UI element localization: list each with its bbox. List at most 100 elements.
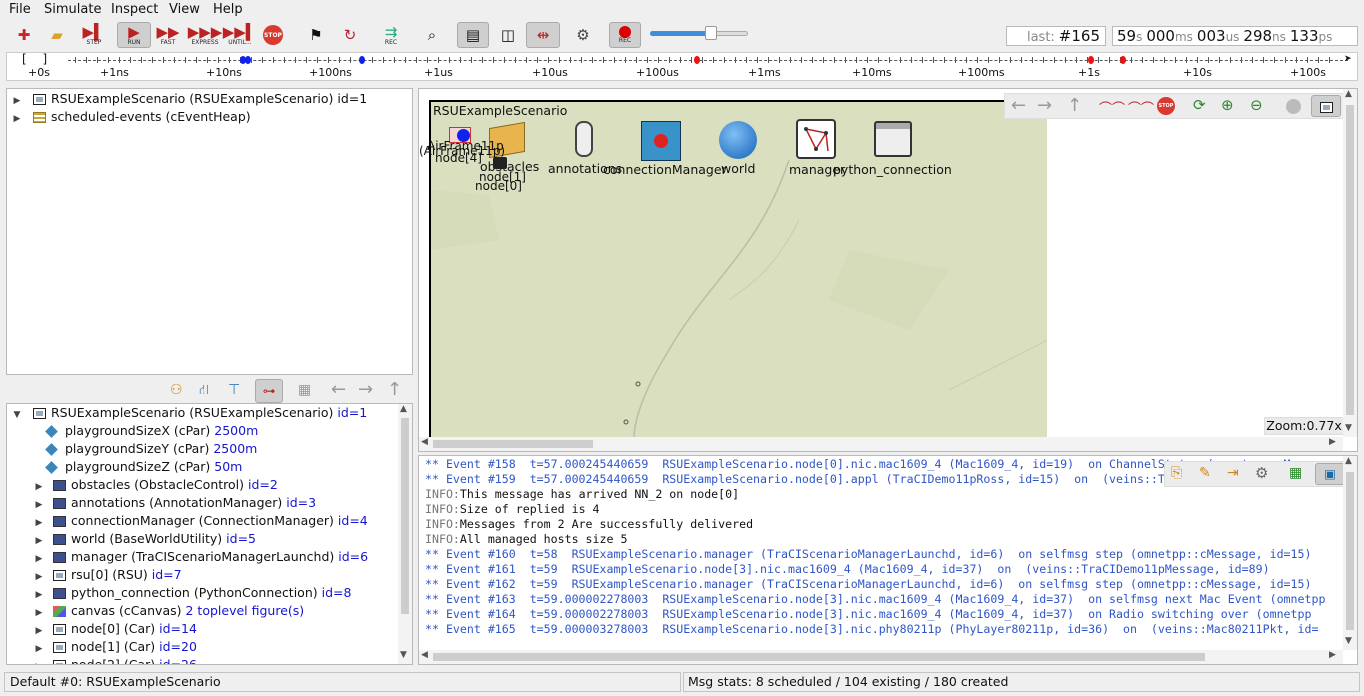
- speed-slider[interactable]: [650, 26, 748, 42]
- stop-icon[interactable]: STOP: [1157, 97, 1175, 115]
- manager-module[interactable]: [796, 119, 836, 159]
- menu-help[interactable]: Help: [213, 2, 243, 17]
- forward-arrow-icon[interactable]: →: [358, 379, 373, 400]
- new-network-button[interactable]: ✚: [10, 22, 38, 48]
- find-icon[interactable]: ✎: [1199, 465, 1211, 481]
- zoom-in-icon[interactable]: ⊕: [1221, 96, 1234, 114]
- details-tree-row[interactable]: ▶ node[2] (Car) id=26: [11, 656, 197, 664]
- layout-icon[interactable]: [1286, 99, 1301, 114]
- menu-simulate[interactable]: Simulate: [44, 2, 101, 17]
- goto-parent-icon[interactable]: ⚇: [170, 382, 183, 398]
- children-mode-icon[interactable]: ⊤: [228, 382, 240, 398]
- expand-arrow-icon[interactable]: ▶: [33, 658, 45, 664]
- details-tree-row[interactable]: playgroundSizeZ (cPar) 50m: [11, 458, 242, 476]
- details-tree-row[interactable]: ▶ python_connection (PythonConnection) id…: [11, 584, 352, 602]
- messages-mode-icon[interactable]: ▦: [1289, 465, 1302, 481]
- until-icon: ▶▶▍: [222, 22, 258, 41]
- details-root-row[interactable]: ▼ RSUExampleScenario (RSUExampleScenario…: [11, 404, 368, 422]
- mode-toggle-button[interactable]: [1311, 95, 1341, 117]
- annotations-module[interactable]: [575, 121, 593, 157]
- timeline-event-dot[interactable]: [245, 56, 251, 64]
- network-title: RSUExampleScenario: [433, 103, 568, 118]
- log-event-line: ** Event #163 t=59.000002278003 RSUExamp…: [425, 592, 1326, 606]
- up-arrow-icon[interactable]: ↑: [387, 379, 402, 400]
- details-tree-row[interactable]: ▶ connectionManager (ConnectionManager) i…: [11, 512, 368, 530]
- details-tree-row[interactable]: ▶ node[0] (Car) id=14: [11, 620, 197, 638]
- details-tree-row[interactable]: playgroundSizeY (cPar) 2500m: [11, 440, 257, 458]
- log-mode-button[interactable]: ▣: [1315, 463, 1345, 485]
- details-tree-row[interactable]: playgroundSizeX (cPar) 2500m: [11, 422, 258, 440]
- timeline-event-dot[interactable]: [1120, 56, 1126, 64]
- step-icon: ▶▍: [82, 22, 106, 41]
- animate-backward-icon[interactable]: ⌒⌒: [1099, 98, 1125, 117]
- express-button[interactable]: ▶▶▶ EXPRESS: [188, 22, 223, 48]
- log-panel[interactable]: ** Event #158 t=57.000245440659 RSUExamp…: [418, 455, 1358, 665]
- timeline-tick-label: +100ms: [958, 66, 1005, 79]
- tree-mode-icon[interactable]: ⛙: [199, 382, 209, 400]
- refresh-icon[interactable]: ⟳: [1193, 96, 1206, 114]
- timeline-event-dot[interactable]: [359, 56, 365, 64]
- stop-button[interactable]: STOP: [259, 22, 287, 48]
- canvas-horizontal-scrollbar[interactable]: ◀ ▶: [419, 437, 1343, 451]
- animate-forward-icon[interactable]: ⌒⌒: [1128, 98, 1154, 117]
- video-rec-button[interactable]: REC: [609, 22, 641, 48]
- tree-item-scenario[interactable]: ▶ RSUExampleScenario (RSUExampleScenario…: [11, 90, 368, 108]
- module-icon: [53, 570, 66, 581]
- details-tree-row[interactable]: ▶ obstacles (ObstacleControl) id=2: [11, 476, 278, 494]
- timeline-event-dot[interactable]: [694, 56, 700, 64]
- details-tree-row[interactable]: ▶ world (BaseWorldUtility) id=5: [11, 530, 256, 548]
- layout-horizontal-button[interactable]: ▤: [457, 22, 489, 48]
- step-button[interactable]: ▶▍ STEP: [80, 22, 108, 48]
- goto-icon[interactable]: ⇥: [1227, 465, 1239, 481]
- speed-slider-handle[interactable]: [704, 26, 717, 40]
- back-arrow-icon[interactable]: ←: [1011, 95, 1026, 116]
- back-arrow-icon[interactable]: ←: [331, 379, 346, 400]
- timeline-tick-label: +100s: [1290, 66, 1326, 79]
- python-connection-module[interactable]: [874, 121, 912, 157]
- node1-car[interactable]: [493, 157, 507, 169]
- inheritance-mode-button[interactable]: ⊶: [255, 379, 283, 403]
- run-button[interactable]: ▶ RUN: [117, 22, 151, 48]
- canvas-vertical-scrollbar[interactable]: ▲ ▼: [1343, 89, 1357, 437]
- module-icon: [32, 94, 46, 105]
- rebuild-button[interactable]: ↻: [336, 22, 364, 48]
- timeline-tick-label: +100us: [636, 66, 679, 79]
- preferences-button[interactable]: ⚙: [569, 22, 597, 48]
- up-arrow-icon[interactable]: ↑: [1067, 95, 1082, 116]
- menu-file[interactable]: File: [9, 2, 31, 17]
- details-tree-row[interactable]: ▶ canvas (cCanvas) 2 toplevel figure(s): [11, 602, 305, 620]
- expand-arrow-icon[interactable]: ▶: [11, 110, 23, 128]
- details-tree-row[interactable]: ▶ node[1] (Car) id=20: [11, 638, 197, 656]
- layout-vertical-button[interactable]: ◫: [494, 22, 522, 48]
- find-button[interactable]: ⌕: [418, 22, 446, 48]
- grouped-mode-icon[interactable]: ▦: [298, 382, 311, 398]
- zoom-out-icon[interactable]: ⊖: [1250, 96, 1263, 114]
- log-info-line: INFO:This message has arrived NN_2 on no…: [425, 487, 739, 502]
- connection-manager-module[interactable]: [641, 121, 681, 161]
- timeline-toggle-button[interactable]: ⇹: [526, 22, 560, 48]
- open-button[interactable]: ▰: [43, 22, 71, 48]
- timeline-filter-bracket[interactable]: [ ]: [22, 52, 53, 66]
- details-tree-row[interactable]: ▶ annotations (AnnotationManager) id=3: [11, 494, 317, 512]
- gear-icon[interactable]: ⚙: [1255, 464, 1268, 482]
- simple-module-icon: [53, 516, 66, 527]
- details-tree-row[interactable]: ▶ manager (TraCIScenarioManagerLaunchd) i…: [11, 548, 369, 566]
- fast-button[interactable]: ▶▶ FAST: [154, 22, 182, 48]
- until-button[interactable]: ▶▶▍ UNTIL...: [222, 22, 258, 48]
- copy-icon[interactable]: ⎘: [1171, 465, 1182, 481]
- timeline[interactable]: [ ] ➤ +0s +1ns +10ns +100ns +1us +10us +100us +…: [0, 51, 1364, 85]
- network-canvas-panel[interactable]: RSUExampleScenario annotations connectio…: [418, 88, 1358, 452]
- timeline-event-dot[interactable]: [1088, 56, 1094, 64]
- menu-inspect[interactable]: Inspect: [111, 2, 158, 17]
- eventlog-rec-button[interactable]: ⇉ REC: [377, 22, 405, 48]
- forward-arrow-icon[interactable]: →: [1037, 95, 1052, 116]
- details-vertical-scrollbar[interactable]: ▲ ▼: [398, 404, 412, 664]
- log-vertical-scrollbar[interactable]: ▲ ▼: [1343, 456, 1357, 650]
- world-module[interactable]: [719, 121, 757, 159]
- finish-button[interactable]: ⚑: [302, 22, 330, 48]
- details-tree-row[interactable]: ▶ rsu[0] (RSU) id=7: [11, 566, 182, 584]
- log-horizontal-scrollbar[interactable]: ◀ ▶: [419, 650, 1343, 664]
- menu-view[interactable]: View: [169, 2, 200, 17]
- tree-item-scheduled-events[interactable]: ▶ scheduled-events (cEventHeap): [11, 108, 251, 126]
- details-row-label: canvas (cCanvas): [71, 603, 182, 618]
